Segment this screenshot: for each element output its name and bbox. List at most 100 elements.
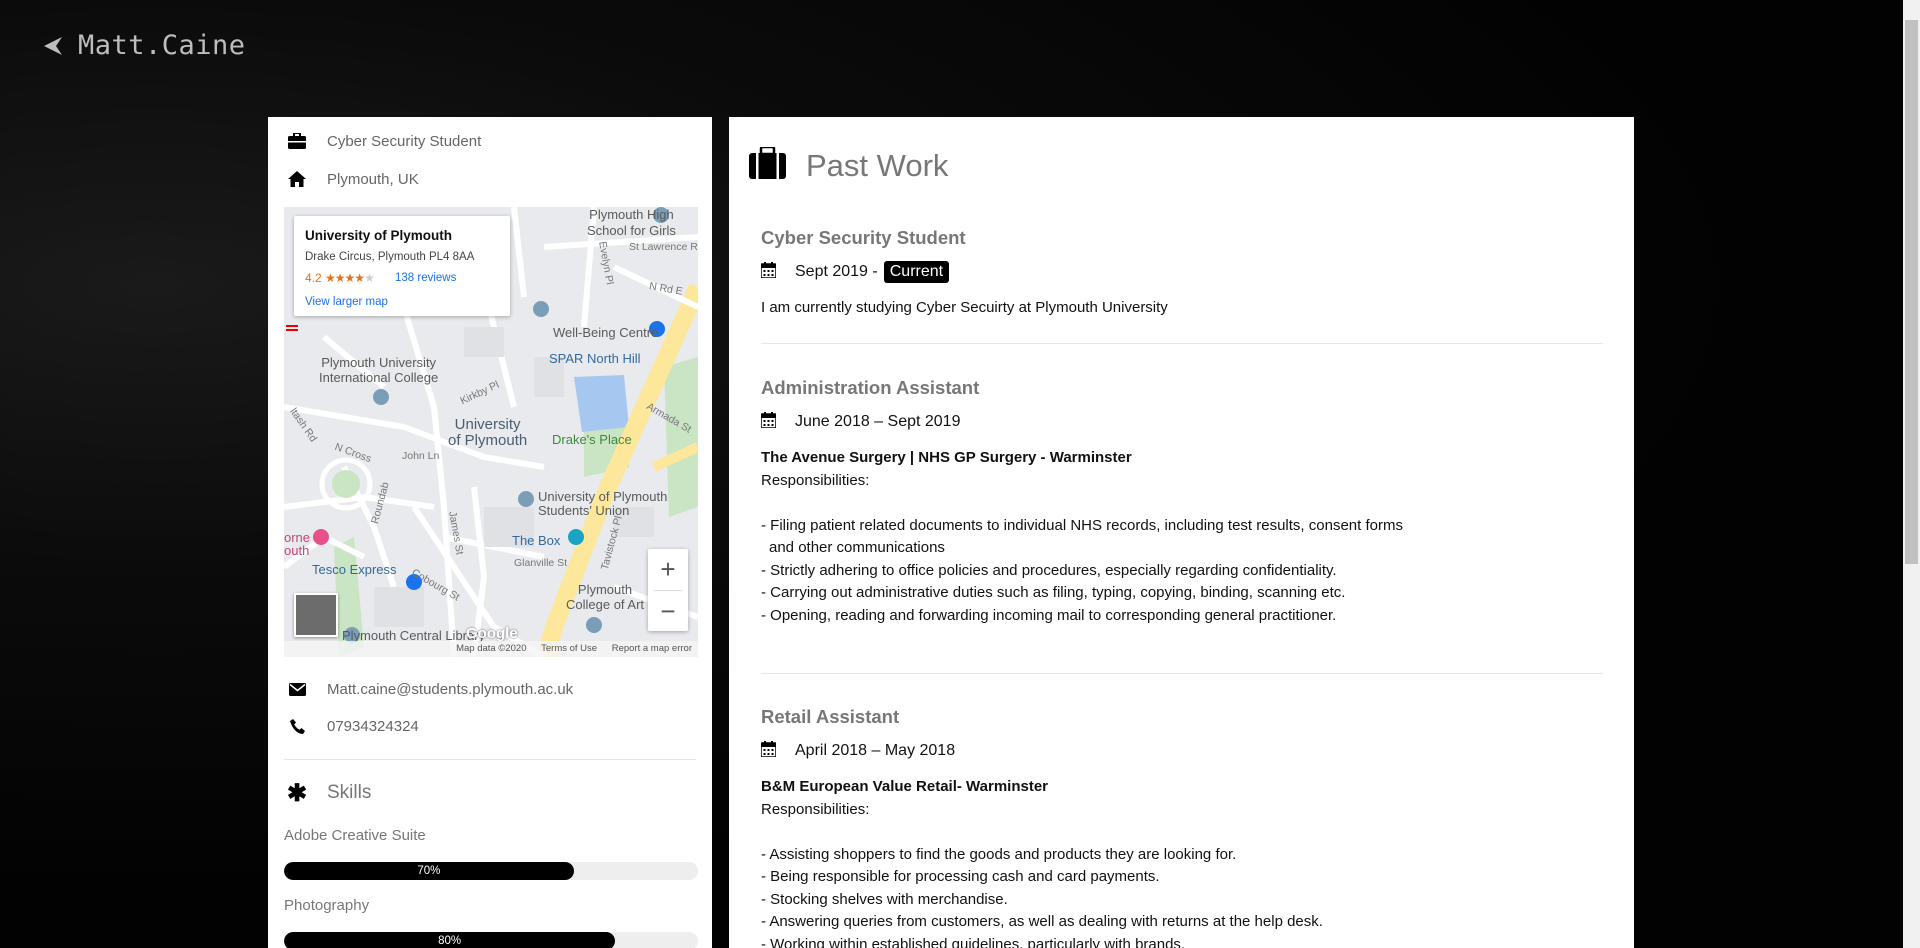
responsibility-item: - Answering queries from customers, as w… (761, 913, 1323, 930)
responsibility-item: - Strictly adhering to office policies a… (761, 561, 1337, 579)
phone-text[interactable]: 07934324324 (327, 718, 419, 735)
skill-name: Photography (284, 897, 370, 914)
asterisk-icon: ✱ (286, 779, 308, 807)
home-icon (286, 168, 308, 190)
star-rating-icon: ★★★★ (325, 271, 365, 285)
map-place-card: University of Plymouth Drake Circus, Ply… (294, 216, 510, 316)
google-logo: Google (466, 625, 518, 642)
map-label-intl-college: Plymouth University International Colleg… (319, 355, 439, 385)
past-work-heading: Past Work (749, 145, 949, 184)
back-arrow-icon[interactable] (42, 35, 64, 57)
map-label-the-box: The Box (512, 533, 561, 548)
embedded-map[interactable]: Plymouth High School for Girls St Lawren… (284, 207, 698, 657)
briefcase-icon (286, 130, 308, 152)
map-terms-link[interactable]: Terms of Use (541, 643, 597, 654)
suitcase-icon (749, 145, 786, 184)
job-body: The Avenue Surgery | NHS GP Surgery - Wa… (761, 447, 1601, 627)
role-text: Cyber Security Student (327, 132, 482, 150)
job-title: Administration Assistant (761, 377, 980, 398)
responsibility-item: - Stocking shelves with merchandise. (761, 890, 1008, 908)
map-rating: 4.2 ★★★★★ (305, 271, 375, 285)
past-work-title: Past Work (806, 147, 949, 183)
envelope-icon (286, 678, 308, 700)
job-date-row: Sept 2019 - Current (760, 261, 1601, 283)
skill-progress-fill: 80% (284, 932, 616, 948)
responsibility-item: - Opening, reading and forwarding incomi… (761, 606, 1337, 624)
section-divider (284, 759, 696, 760)
calendar-icon (760, 261, 777, 283)
map-label-college-art: Plymouth College of Art (566, 582, 645, 612)
job-divider (761, 673, 1603, 674)
zoom-out-button[interactable]: − (648, 591, 688, 632)
map-data-credit: Map data ©2020 (456, 643, 527, 654)
top-nav: Matt.Caine (42, 30, 246, 61)
responsibilities-list: - Assisting shoppers to find the goods a… (761, 844, 1601, 948)
responsibility-item: - Carrying out administrative duties suc… (761, 584, 1346, 601)
job-date-row: June 2018 – Sept 2019 (760, 411, 1601, 433)
job-company: B&M European Value Retail- Warminster (761, 778, 1049, 795)
phone-icon (286, 715, 308, 737)
page-scrollbar[interactable] (1903, 0, 1920, 948)
skills-title: Skills (327, 782, 372, 803)
job-entry: Cyber Security Student Sept 2019 - Curre… (760, 227, 1601, 320)
empty-star-icon: ★ (364, 271, 375, 285)
responsibilities-label: Responsibilities: (761, 800, 870, 818)
calendar-icon (760, 740, 777, 762)
skill-progress-fill: 70% (284, 862, 574, 880)
current-badge: Current (883, 261, 950, 283)
map-rating-value: 4.2 (305, 271, 322, 285)
phone-row: 07934324324 (286, 714, 419, 738)
map-place-name: University of Plymouth (305, 228, 453, 243)
map-label-tesco: Tesco Express (312, 562, 397, 577)
map-label-high-school: Plymouth High School for Girls (587, 207, 676, 238)
map-place-address: Drake Circus, Plymouth PL4 8AA (305, 251, 475, 263)
map-label-wellbeing: Well-Being Centre (553, 325, 659, 340)
job-entry: Administration Assistant June 2018 – Sep… (760, 377, 1601, 627)
job-title: Cyber Security Student (761, 227, 966, 248)
job-company: The Avenue Surgery | NHS GP Surgery - Wa… (761, 449, 1132, 466)
responsibilities-label: Responsibilities: (761, 471, 870, 489)
map-label-spar: SPAR North Hill (549, 351, 641, 366)
satellite-toggle-button[interactable] (294, 593, 338, 637)
past-work-card: Past Work Cyber Security Student Sept 20… (729, 117, 1634, 948)
job-date: June 2018 – Sept 2019 (795, 413, 961, 430)
scrollbar-thumb[interactable] (1905, 20, 1918, 564)
map-label-students-union: University of Plymouth Students' Union (538, 489, 668, 518)
map-label-john-ln: John Ln (402, 450, 440, 462)
responsibilities-list: - Filing patient related documents to in… (761, 515, 1601, 628)
job-entry: Retail Assistant April 2018 – May 2018 B… (760, 706, 1601, 948)
job-date: April 2018 – May 2018 (795, 742, 956, 759)
map-label-glanville: Glanville St (514, 557, 568, 569)
job-body: B&M European Value Retail- Warminster Re… (761, 776, 1601, 948)
job-date-row: April 2018 – May 2018 (760, 740, 1601, 762)
calendar-icon (760, 411, 777, 433)
skill-name: Adobe Creative Suite (284, 827, 426, 844)
map-label-drakes-place: Drake's Place (552, 432, 632, 447)
responsibility-item: - Being responsible for processing cash … (761, 868, 1160, 885)
job-date: Sept 2019 - (795, 263, 878, 280)
location-text: Plymouth, UK (327, 170, 419, 188)
profile-card: Cyber Security Student Plymouth, UK Plym… (268, 117, 712, 948)
skill-progress-bar: 70% (284, 862, 698, 880)
skill-progress-bar: 80% (284, 932, 698, 948)
map-zoom-controls: + − (648, 549, 688, 631)
email-row: Matt.caine@students.plymouth.ac.uk (286, 677, 573, 701)
job-description: I am currently studying Cyber Secuirty a… (761, 299, 1168, 316)
email-text[interactable]: Matt.caine@students.plymouth.ac.uk (327, 681, 573, 698)
job-divider (761, 343, 1603, 344)
map-report-error-link[interactable]: Report a map error (612, 643, 692, 654)
skills-heading: ✱ Skills (286, 779, 372, 807)
responsibility-item: - Working within established guidelines,… (761, 935, 1186, 948)
map-label-orne: orne outh (284, 530, 311, 558)
job-title: Retail Assistant (761, 706, 900, 727)
responsibility-item: - Filing patient related documents to in… (761, 516, 1403, 557)
brand-link[interactable]: Matt.Caine (78, 30, 246, 61)
zoom-in-button[interactable]: + (648, 549, 688, 590)
role-row: Cyber Security Student (286, 129, 481, 153)
location-row: Plymouth, UK (286, 167, 419, 191)
map-reviews-link[interactable]: 138 reviews (395, 272, 456, 284)
map-label-st-lawrence: St Lawrence Rd (629, 241, 698, 253)
view-larger-map-link[interactable]: View larger map (305, 296, 388, 308)
responsibility-item: - Assisting shoppers to find the goods a… (761, 845, 1237, 863)
map-label-university: University of Plymouth (448, 416, 528, 449)
